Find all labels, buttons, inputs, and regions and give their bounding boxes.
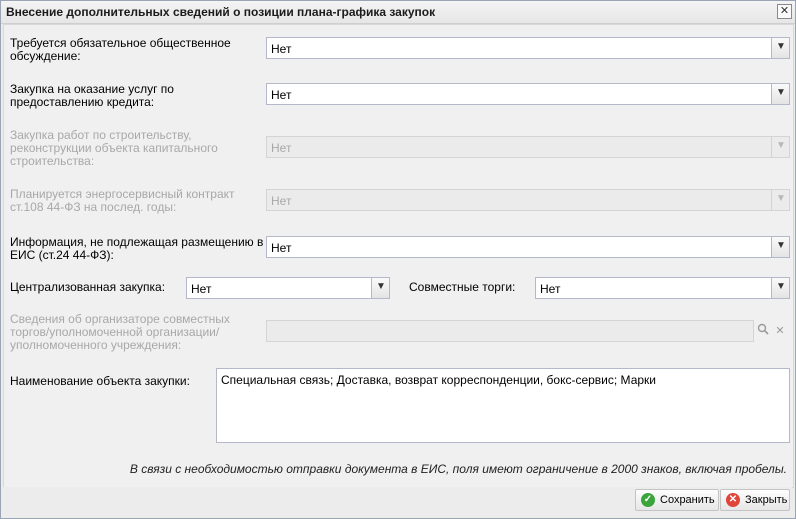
joint-auctions-select[interactable]: Нет ▼ <box>535 277 790 299</box>
not-published-select[interactable]: Нет ▼ <box>266 236 790 258</box>
chevron-down-icon: ▼ <box>776 41 786 52</box>
select-value: Нет <box>271 141 292 155</box>
construction-label: Закупка работ по строительству, реконстр… <box>10 129 218 168</box>
chevron-down-icon: ▼ <box>376 281 386 292</box>
chevron-down-icon: ▼ <box>776 87 786 98</box>
construction-select: Нет ▼ <box>266 136 790 158</box>
object-name-label: Наименование объекта закупки: <box>10 374 190 388</box>
label-line: ст.108 44-ФЗ на послед. годы: <box>10 200 177 214</box>
select-value: Нет <box>271 42 292 56</box>
check-circle-icon: ✓ <box>641 493 655 507</box>
clear-icon: ✕ <box>775 325 785 337</box>
close-circle-icon: ✕ <box>726 493 740 507</box>
dropdown-trigger[interactable]: ▼ <box>771 84 789 104</box>
public-discussion-select[interactable]: Нет ▼ <box>266 37 790 59</box>
label-line: обсуждение: <box>10 49 81 63</box>
dialog-footer: ✓ Сохранить ✕ Закрыть <box>3 487 792 517</box>
not-published-label: Информация, не подлежащая размещению в Е… <box>10 236 263 262</box>
label-line: уполномоченного учреждения: <box>10 338 182 352</box>
dialog-window: Внесение дополнительных сведений о позиц… <box>0 0 796 519</box>
dropdown-trigger: ▼ <box>771 137 789 157</box>
label-line: ЕИС (ст.24 44-ФЗ): <box>10 248 114 262</box>
close-button-label: Закрыть <box>745 494 788 506</box>
dialog-title: Внесение дополнительных сведений о позиц… <box>6 5 436 19</box>
chevron-down-icon: ▼ <box>776 240 786 251</box>
save-button[interactable]: ✓ Сохранить <box>635 489 719 511</box>
chevron-down-icon: ▼ <box>776 140 786 151</box>
chevron-down-icon: ▼ <box>776 281 786 292</box>
label-line: предоставлению кредита: <box>10 95 155 109</box>
dropdown-trigger[interactable]: ▼ <box>771 237 789 257</box>
dialog-body: Требуется обязательное общественное обсу… <box>3 24 794 488</box>
centralized-select[interactable]: Нет ▼ <box>186 277 390 299</box>
select-value: Нет <box>191 282 212 296</box>
dropdown-trigger[interactable]: ▼ <box>771 278 789 298</box>
dropdown-trigger[interactable]: ▼ <box>771 38 789 58</box>
save-button-label: Сохранить <box>660 494 715 506</box>
close-button[interactable]: ✕ Закрыть <box>720 489 790 511</box>
chevron-down-icon: ▼ <box>776 193 786 204</box>
select-value: Нет <box>271 88 292 102</box>
dropdown-trigger[interactable]: ▼ <box>371 278 389 298</box>
select-value: Нет <box>271 241 292 255</box>
object-name-textarea[interactable]: Специальная связь; Доставка, возврат кор… <box>216 368 790 443</box>
public-discussion-label: Требуется обязательное общественное обсу… <box>10 37 231 63</box>
char-limit-note: В связи с необходимостью отправки докуме… <box>129 462 787 476</box>
credit-services-select[interactable]: Нет ▼ <box>266 83 790 105</box>
dialog-close-button[interactable]: ✕ <box>777 4 792 19</box>
select-value: Нет <box>271 194 292 208</box>
energy-service-select: Нет ▼ <box>266 189 790 211</box>
select-value: Нет <box>540 282 561 296</box>
energy-service-label: Планируется энергосервисный контракт ст.… <box>10 188 235 214</box>
dropdown-trigger: ▼ <box>771 190 789 210</box>
organizer-field <box>266 320 754 342</box>
joint-auctions-label: Совместные торги: <box>409 280 516 294</box>
label-line: строительства: <box>10 154 95 168</box>
credit-services-label: Закупка на оказание услуг по предоставле… <box>10 83 174 109</box>
organizer-label: Сведения об организаторе совместных торг… <box>10 313 230 352</box>
centralized-label: Централизованная закупка: <box>10 280 166 294</box>
search-icon <box>755 323 771 339</box>
dialog-titlebar[interactable]: Внесение дополнительных сведений о позиц… <box>1 1 795 24</box>
